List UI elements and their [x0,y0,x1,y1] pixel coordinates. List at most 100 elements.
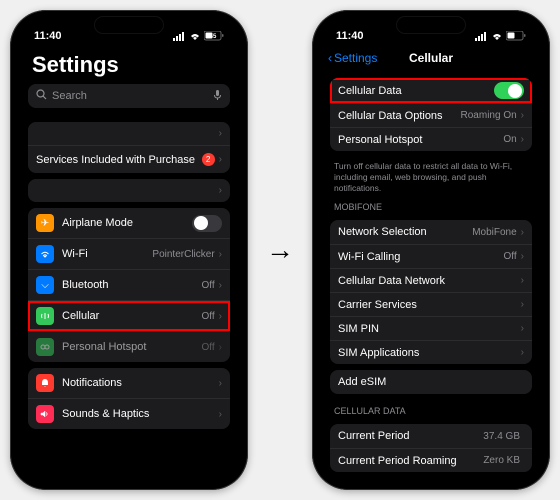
notifications-label: Notifications [62,377,219,389]
hotspot-row[interactable]: Personal Hotspot On › [330,127,532,151]
cellular-value: Off [202,311,215,322]
data-network-label: Cellular Data Network [338,275,521,287]
battery-icon: 45 [204,31,224,41]
chevron-right-icon: › [219,280,222,291]
bluetooth-label: Bluetooth [62,279,202,291]
cellular-row[interactable]: Cellular Off › [28,300,230,331]
signal-icon [475,32,488,41]
chevron-left-icon: ‹ [328,51,332,65]
group-connectivity: ✈ Airplane Mode Wi-Fi PointerClicker › ⌵… [28,208,230,362]
chevron-right-icon: › [219,311,222,322]
chevron-right-icon: › [219,342,222,353]
wifi-row[interactable]: Wi-Fi PointerClicker › [28,238,230,269]
data-options-label: Cellular Data Options [338,110,461,122]
wifi-icon [491,32,503,41]
svg-text:45: 45 [210,34,217,40]
data-network-row[interactable]: Cellular Data Network › [330,268,532,292]
add-esim-label: Add eSIM [338,376,524,388]
network-selection-row[interactable]: Network Selection MobiFone › [330,220,532,244]
wifi-label: Wi-Fi [62,248,152,260]
sim-apps-row[interactable]: SIM Applications › [330,340,532,364]
phone-left: 11:40 45 Settings Search › Services Incl… [10,10,248,490]
services-row[interactable]: Services Included with Purchase 2 › [28,145,230,173]
airplane-row[interactable]: ✈ Airplane Mode [28,208,230,238]
search-icon [36,89,47,103]
chevron-right-icon: › [521,323,524,334]
chevron-right-icon: › [521,227,524,238]
wifi-calling-label: Wi-Fi Calling [338,251,504,263]
group-profile: › Services Included with Purchase 2 › [28,122,230,173]
page-title: Settings [18,48,240,84]
sim-apps-label: SIM Applications [338,347,521,359]
carrier-services-row[interactable]: Carrier Services › [330,292,532,316]
search-placeholder: Search [52,90,87,102]
hotspot-icon [36,338,54,356]
data-options-row[interactable]: Cellular Data Options Roaming On › [330,103,532,127]
group-esim: Add eSIM [330,370,532,394]
current-period-label: Current Period [338,430,483,442]
wifi-calling-value: Off [504,251,517,262]
airplane-toggle[interactable] [192,215,222,232]
chevron-right-icon: › [521,347,524,358]
group-carrier: Network Selection MobiFone › Wi-Fi Calli… [330,220,532,364]
bluetooth-value: Off [202,280,215,291]
chevron-right-icon: › [521,251,524,262]
network-selection-label: Network Selection [338,226,472,238]
dynamic-island [396,16,466,34]
roaming-label: Current Period Roaming [338,455,483,467]
dynamic-island [94,16,164,34]
cellular-label: Cellular [62,310,202,322]
empty-row[interactable]: › [28,179,230,202]
sim-pin-label: SIM PIN [338,323,521,335]
chevron-right-icon: › [219,185,222,196]
notifications-row[interactable]: Notifications › [28,368,230,398]
current-period-row: Current Period 37.4 GB [330,424,532,448]
wifi-icon [189,32,201,41]
back-button[interactable]: ‹ Settings [328,51,377,65]
wifi-value: PointerClicker [152,249,214,260]
nav-bar: ‹ Settings Cellular [320,48,542,72]
arrow-icon: → [266,234,294,266]
apple-id-row[interactable]: › [28,122,230,145]
bluetooth-row[interactable]: ⌵ Bluetooth Off › [28,269,230,300]
cellular-data-header: CELLULAR DATA [320,400,542,418]
search-input[interactable]: Search [28,84,230,108]
cellular-data-toggle[interactable] [494,82,524,99]
wifi-calling-row[interactable]: Wi-Fi Calling Off › [330,244,532,268]
sim-pin-row[interactable]: SIM PIN › [330,316,532,340]
current-period-value: 37.4 GB [483,431,520,442]
sounds-label: Sounds & Haptics [62,408,219,420]
add-esim-row[interactable]: Add eSIM [330,370,532,394]
roaming-value: Zero KB [483,455,520,466]
airplane-label: Airplane Mode [62,217,192,229]
hotspot-row[interactable]: Personal Hotspot Off › [28,331,230,362]
cellular-data-label: Cellular Data [338,85,494,97]
mic-icon[interactable] [213,89,222,104]
cellular-data-row[interactable]: Cellular Data [330,78,532,103]
network-selection-value: MobiFone [472,227,516,238]
bell-icon [36,374,54,392]
chevron-right-icon: › [521,110,524,121]
chevron-right-icon: › [521,299,524,310]
carrier-services-label: Carrier Services [338,299,521,311]
group-usage: Current Period 37.4 GB Current Period Ro… [330,424,532,472]
back-label: Settings [334,51,377,65]
chevron-right-icon: › [219,249,222,260]
signal-icon [173,32,186,41]
services-badge: 2 [202,153,215,166]
battery-icon [506,31,526,41]
sounds-row[interactable]: Sounds & Haptics › [28,398,230,429]
cellular-footer: Turn off cellular data to restrict all d… [320,157,542,196]
group-alerts: Notifications › Sounds & Haptics › [28,368,230,429]
hotspot-value: Off [202,342,215,353]
services-label: Services Included with Purchase [36,154,202,166]
group-empty: › [28,179,230,202]
antenna-icon [36,307,54,325]
status-time: 11:40 [34,30,62,42]
airplane-icon: ✈ [36,214,54,232]
chevron-right-icon: › [219,378,222,389]
bluetooth-icon: ⌵ [36,276,54,294]
hotspot-value: On [503,134,516,145]
group-cellular-main: Cellular Data Cellular Data Options Roam… [330,78,532,151]
carrier-header: MOBIFONE [320,196,542,214]
